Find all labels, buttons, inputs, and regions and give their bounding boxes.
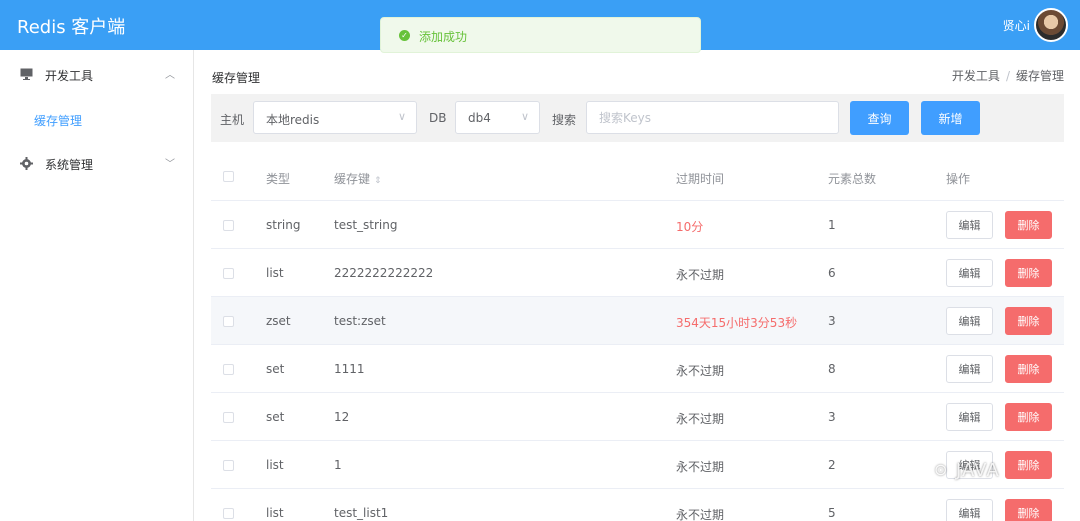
table-row: zset test:zset 354天15小时3分53秒 3 编辑 删除 — [211, 297, 1064, 345]
cell-type: list — [266, 266, 284, 280]
cell-expire: 永不过期 — [676, 460, 725, 474]
check-circle-icon: ✓ — [399, 30, 410, 41]
success-toast: ✓ 添加成功 — [380, 17, 701, 53]
table-row: set 1111 永不过期 8 编辑 删除 — [211, 345, 1064, 393]
row-checkbox[interactable] — [223, 268, 234, 279]
edit-button[interactable]: 编辑 — [946, 355, 993, 383]
filter-bar: 主机 本地redis ∨ DB db4 ∨ 搜索 查询 新增 — [211, 94, 1064, 142]
sidebar-item-dev-tools[interactable]: 开发工具 ︿ — [0, 52, 193, 96]
cell-key: 1 — [334, 458, 342, 472]
delete-button[interactable]: 删除 — [1005, 451, 1052, 479]
db-select-value: db4 — [468, 111, 491, 125]
table-row: list 2222222222222 永不过期 6 编辑 删除 — [211, 249, 1064, 297]
chevron-down-icon: ∨ — [520, 110, 529, 123]
page-title: 缓存管理 — [212, 71, 261, 85]
app-title: Redis 客户端 — [17, 17, 126, 38]
host-label: 主机 — [220, 113, 245, 127]
delete-button[interactable]: 删除 — [1005, 211, 1052, 239]
edit-button[interactable]: 编辑 — [946, 403, 993, 431]
column-header-count: 元素总数 — [828, 172, 877, 186]
watermark-text: JAVA — [956, 460, 1000, 481]
column-header-expire: 过期时间 — [676, 172, 725, 186]
wechat-icon: ⊙ — [934, 460, 948, 479]
sidebar-item-system[interactable]: 系统管理 ﹀ — [0, 141, 193, 185]
cell-expire: 永不过期 — [676, 508, 725, 521]
sort-icon[interactable]: ⇕ — [374, 176, 382, 186]
breadcrumb-item: 缓存管理 — [1015, 69, 1064, 83]
db-select[interactable]: db4 ∨ — [455, 101, 540, 134]
cell-key: test_string — [334, 218, 398, 232]
user-name[interactable]: 贤心i — [1003, 17, 1030, 34]
row-checkbox[interactable] — [223, 508, 234, 519]
delete-button[interactable]: 删除 — [1005, 259, 1052, 287]
delete-button[interactable]: 删除 — [1005, 355, 1052, 383]
cell-expire: 10分 — [676, 220, 704, 234]
chevron-down-icon: ∨ — [397, 110, 406, 123]
breadcrumb: 开发工具 / 缓存管理 — [952, 67, 1064, 84]
cell-type: string — [266, 218, 301, 232]
chevron-up-icon: ︿ — [165, 70, 175, 81]
toast-message: 添加成功 — [419, 30, 468, 44]
cell-expire: 永不过期 — [676, 412, 725, 426]
db-label: DB — [429, 111, 447, 125]
edit-button[interactable]: 编辑 — [946, 307, 993, 335]
edit-button[interactable]: 编辑 — [946, 259, 993, 287]
cell-type: list — [266, 506, 284, 520]
cell-expire: 354天15小时3分53秒 — [676, 316, 798, 330]
breadcrumb-item[interactable]: 开发工具 — [952, 69, 1000, 83]
table-header: 类型 缓存键 ⇕ 过期时间 元素总数 操作 — [211, 152, 1064, 201]
edit-button[interactable]: 编辑 — [946, 211, 993, 239]
select-all-checkbox[interactable] — [223, 171, 234, 182]
delete-button[interactable]: 删除 — [1005, 403, 1052, 431]
sidebar-subitem-cache[interactable]: 缓存管理 — [34, 112, 82, 129]
cell-key: 1111 — [334, 362, 365, 376]
cell-count: 8 — [828, 362, 836, 376]
delete-button[interactable]: 删除 — [1005, 499, 1052, 521]
row-checkbox[interactable] — [223, 460, 234, 471]
cell-count: 3 — [828, 314, 836, 328]
host-select-value: 本地redis — [266, 113, 320, 127]
delete-button[interactable]: 删除 — [1005, 307, 1052, 335]
sidebar-item-label: 系统管理 — [45, 158, 94, 172]
cell-count: 1 — [828, 218, 836, 232]
cell-type: list — [266, 458, 284, 472]
row-checkbox[interactable] — [223, 316, 234, 327]
cell-type: set — [266, 362, 285, 376]
add-button[interactable]: 新增 — [921, 101, 980, 135]
cell-type: zset — [266, 314, 291, 328]
avatar[interactable] — [1034, 8, 1068, 42]
row-checkbox[interactable] — [223, 364, 234, 375]
search-label: 搜索 — [552, 113, 577, 127]
monitor-icon — [20, 68, 33, 80]
column-header-key[interactable]: 缓存键 ⇕ — [334, 170, 382, 187]
table-row: string test_string 10分 1 编辑 删除 — [211, 201, 1064, 249]
chevron-down-icon: ﹀ — [165, 159, 175, 170]
query-button[interactable]: 查询 — [850, 101, 909, 135]
host-select[interactable]: 本地redis ∨ — [253, 101, 417, 134]
sidebar: 开发工具 ︿ 缓存管理 系统管理 ﹀ — [0, 50, 194, 521]
row-checkbox[interactable] — [223, 412, 234, 423]
edit-button[interactable]: 编辑 — [946, 499, 993, 521]
sidebar-item-label: 开发工具 — [45, 69, 94, 83]
cell-count: 3 — [828, 410, 836, 424]
row-checkbox[interactable] — [223, 220, 234, 231]
column-header-key-label: 缓存键 — [334, 172, 371, 186]
cell-expire: 永不过期 — [676, 268, 725, 282]
cell-count: 2 — [828, 458, 836, 472]
cell-count: 6 — [828, 266, 836, 280]
gear-icon — [20, 157, 33, 170]
search-input[interactable] — [586, 101, 839, 134]
cell-count: 5 — [828, 506, 836, 520]
table-row: list test_list1 永不过期 5 编辑 删除 — [211, 489, 1064, 521]
cell-key: 2222222222222 — [334, 266, 434, 280]
breadcrumb-separator: / — [1005, 69, 1010, 83]
cell-key: test:zset — [334, 314, 386, 328]
cell-key: 12 — [334, 410, 350, 424]
column-header-type: 类型 — [266, 172, 291, 186]
column-header-ops: 操作 — [946, 172, 971, 186]
cell-key: test_list1 — [334, 506, 389, 520]
cell-type: set — [266, 410, 285, 424]
cell-expire: 永不过期 — [676, 364, 725, 378]
table-row: set 12 永不过期 3 编辑 删除 — [211, 393, 1064, 441]
